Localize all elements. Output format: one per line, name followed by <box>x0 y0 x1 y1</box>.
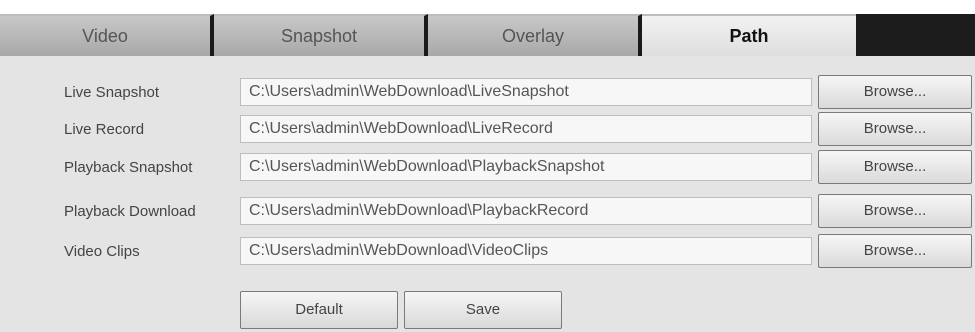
playback-snapshot-label: Playback Snapshot <box>64 159 193 176</box>
tab-snapshot[interactable]: Snapshot <box>214 14 428 56</box>
live-snapshot-path-field[interactable]: C:\Users\admin\WebDownload\LiveSnapshot <box>240 78 812 106</box>
tab-bar-filler <box>856 14 975 56</box>
path-row-playback-snapshot: Playback Snapshot C:\Users\admin\WebDown… <box>0 150 975 184</box>
tab-bar: Video Snapshot Overlay Path <box>0 14 975 56</box>
path-row-live-snapshot: Live Snapshot C:\Users\admin\WebDownload… <box>0 75 975 109</box>
live-snapshot-label: Live Snapshot <box>64 84 160 101</box>
live-record-label: Live Record <box>64 121 145 138</box>
playback-download-label: Playback Download <box>64 203 196 220</box>
path-row-playback-download: Playback Download C:\Users\admin\WebDown… <box>0 194 975 228</box>
video-clips-path-field[interactable]: C:\Users\admin\WebDownload\VideoClips <box>240 237 812 265</box>
playback-download-browse-button[interactable]: Browse... <box>818 194 972 228</box>
playback-snapshot-browse-button[interactable]: Browse... <box>818 150 972 184</box>
live-record-path-field[interactable]: C:\Users\admin\WebDownload\LiveRecord <box>240 115 812 143</box>
live-record-browse-button[interactable]: Browse... <box>818 112 972 146</box>
tab-path[interactable]: Path <box>642 14 856 56</box>
save-button[interactable]: Save <box>404 291 562 329</box>
default-button[interactable]: Default <box>240 291 398 329</box>
playback-download-path-field[interactable]: C:\Users\admin\WebDownload\PlaybackRecor… <box>240 197 812 225</box>
path-row-live-record: Live Record C:\Users\admin\WebDownload\L… <box>0 112 975 146</box>
live-snapshot-browse-button[interactable]: Browse... <box>818 75 972 109</box>
path-row-video-clips: Video Clips C:\Users\admin\WebDownload\V… <box>0 234 975 268</box>
playback-snapshot-path-field[interactable]: C:\Users\admin\WebDownload\PlaybackSnaps… <box>240 153 812 181</box>
video-clips-label: Video Clips <box>64 243 140 260</box>
tab-video[interactable]: Video <box>0 14 214 56</box>
video-clips-browse-button[interactable]: Browse... <box>818 234 972 268</box>
top-strip <box>0 0 975 14</box>
tab-overlay[interactable]: Overlay <box>428 14 642 56</box>
